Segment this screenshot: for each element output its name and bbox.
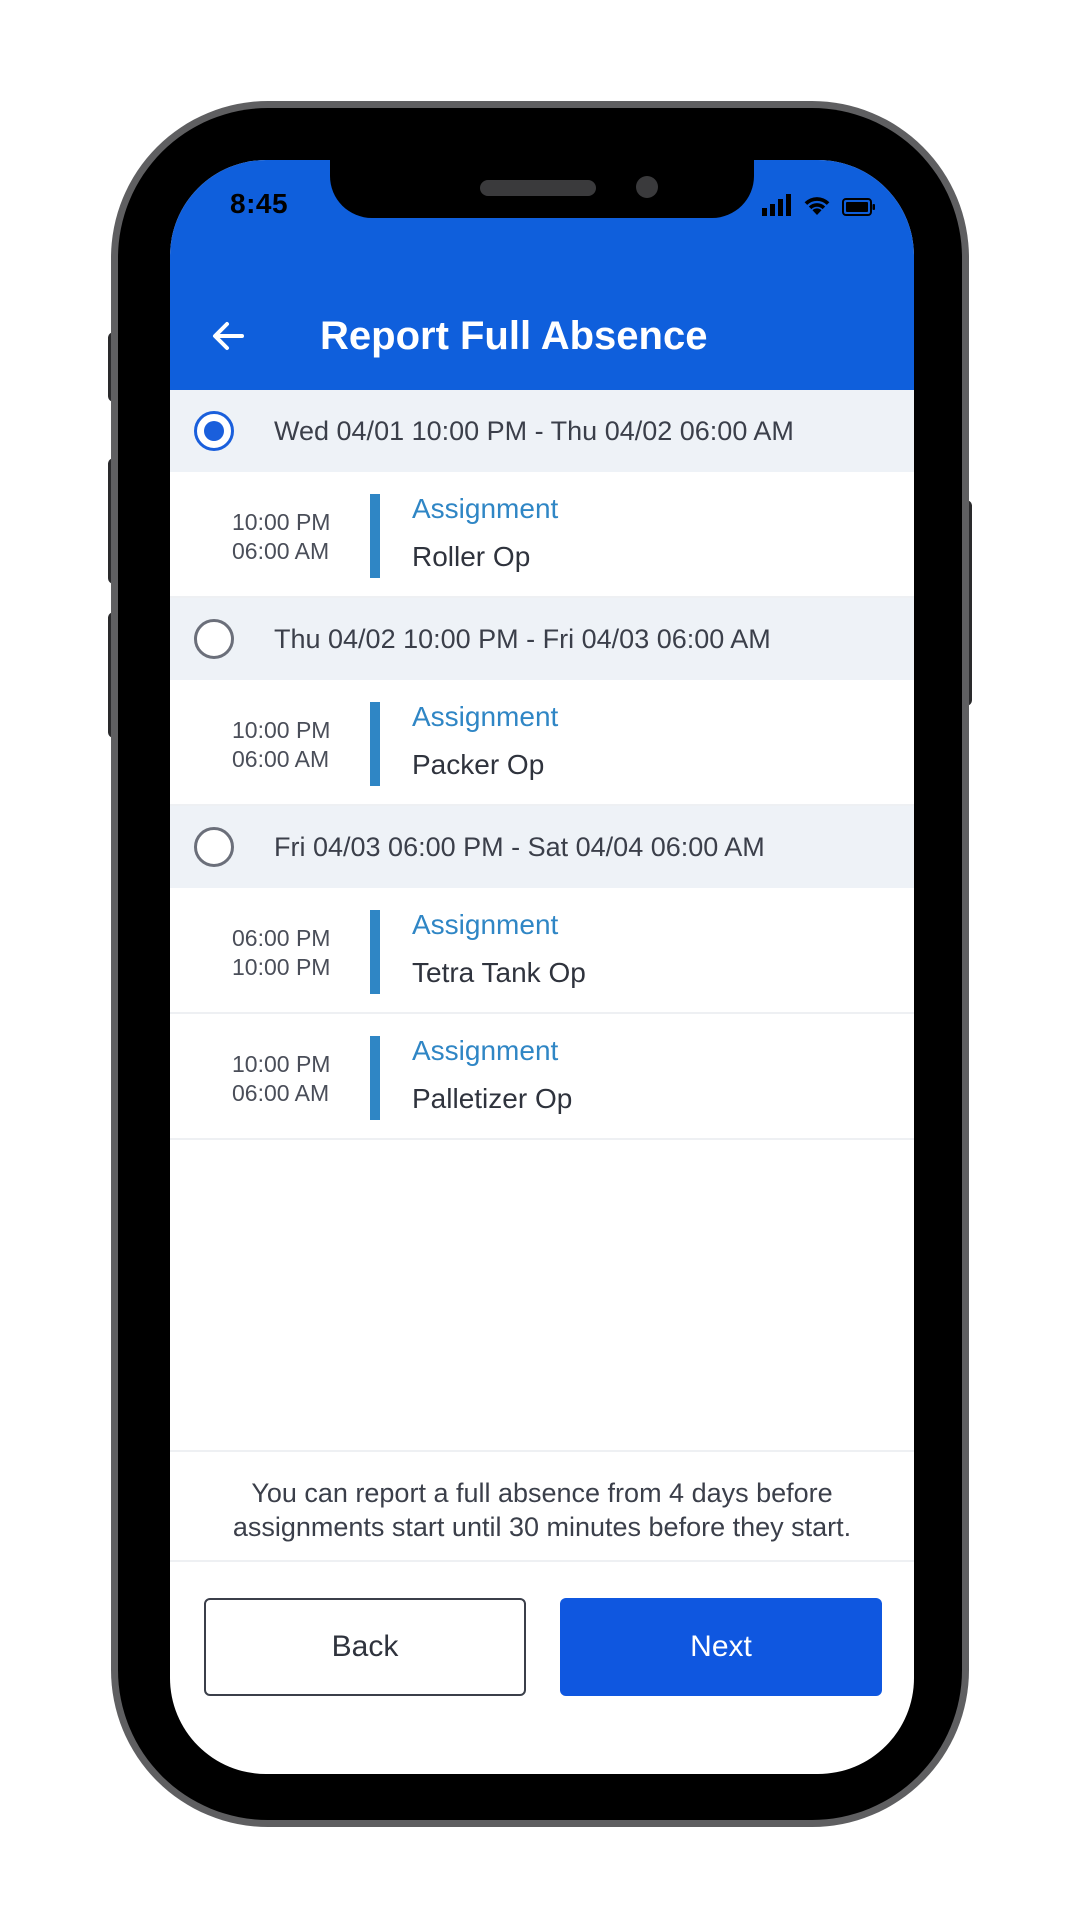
radio-button[interactable] — [194, 619, 234, 659]
assignment-times: 10:00 PM 06:00 AM — [232, 716, 332, 774]
phone-screen: 8:45 Report Full Absence Wed 04/01 10:00… — [170, 160, 914, 1774]
assignment-bar — [370, 702, 380, 786]
assignment-type: Assignment — [412, 493, 559, 524]
assignment-type: Assignment — [412, 1035, 559, 1066]
assignment-bar — [370, 494, 380, 578]
assignment-times: 10:00 PM 06:00 AM — [232, 508, 332, 566]
absence-list: Wed 04/01 10:00 PM - Thu 04/02 06:00 AM … — [170, 390, 914, 1140]
assignment-name: Tetra Tank Op — [412, 957, 586, 988]
cellular-signal-icon — [762, 194, 791, 216]
speaker — [480, 180, 596, 196]
assignment-name: Palletizer Op — [412, 1083, 573, 1114]
radio-button[interactable] — [194, 827, 234, 867]
wifi-icon — [804, 197, 830, 215]
assignment-row: 10:00 PM 06:00 AM Assignment Packer Op — [170, 680, 914, 806]
end-time: 06:00 AM — [232, 746, 330, 772]
arrow-left-icon — [213, 322, 244, 350]
end-time: 06:00 AM — [232, 538, 330, 564]
start-time: 10:00 PM — [232, 1051, 331, 1077]
date-range-label: Wed 04/01 10:00 PM - Thu 04/02 06:00 AM — [274, 416, 794, 446]
status-time: 8:45 — [230, 188, 289, 219]
assignment-bar — [370, 910, 380, 994]
assignment-row: 06:00 PM 10:00 PM Assignment Tetra Tank … — [170, 888, 914, 1014]
assignment-times: 06:00 PM 10:00 PM — [232, 924, 332, 982]
divider-top — [170, 1450, 914, 1452]
assignment-name: Packer Op — [412, 749, 545, 780]
notch — [330, 160, 754, 218]
stage: 8:45 Report Full Absence Wed 04/01 10:00… — [0, 0, 1080, 1920]
assignment-times: 10:00 PM 06:00 AM — [232, 1050, 332, 1108]
assignment-row: 10:00 PM 06:00 AM Assignment Palletizer … — [170, 1014, 914, 1140]
end-time: 10:00 PM — [232, 954, 331, 980]
battery-icon — [842, 198, 875, 216]
start-time: 10:00 PM — [232, 717, 331, 743]
start-time: 10:00 PM — [232, 509, 331, 535]
date-range-option-3[interactable]: Fri 04/03 06:00 PM - Sat 04/04 06:00 AM — [170, 806, 914, 888]
end-time: 06:00 AM — [232, 1080, 330, 1106]
page-title: Report Full Absence — [320, 314, 708, 358]
back-arrow-button[interactable] — [204, 312, 252, 360]
date-range-label: Thu 04/02 10:00 PM - Fri 04/03 06:00 AM — [274, 624, 771, 654]
assignment-type: Assignment — [412, 701, 559, 732]
start-time: 06:00 PM — [232, 925, 331, 951]
assignment-name: Roller Op — [412, 541, 531, 572]
status-icons — [762, 192, 876, 216]
assignment-type: Assignment — [412, 909, 559, 940]
date-range-label: Fri 04/03 06:00 PM - Sat 04/04 06:00 AM — [274, 832, 765, 862]
next-button[interactable]: Next — [560, 1598, 882, 1696]
front-camera — [636, 176, 658, 198]
radio-button-selected[interactable] — [194, 411, 234, 451]
back-button[interactable]: Back — [204, 1598, 526, 1696]
date-range-option-1[interactable]: Wed 04/01 10:00 PM - Thu 04/02 06:00 AM — [170, 390, 914, 472]
info-text: You can report a full absence from 4 day… — [232, 1478, 852, 1542]
divider-bottom — [170, 1560, 914, 1562]
date-range-option-2[interactable]: Thu 04/02 10:00 PM - Fri 04/03 06:00 AM — [170, 598, 914, 680]
assignment-bar — [370, 1036, 380, 1120]
assignment-row: 10:00 PM 06:00 AM Assignment Roller Op — [170, 472, 914, 598]
